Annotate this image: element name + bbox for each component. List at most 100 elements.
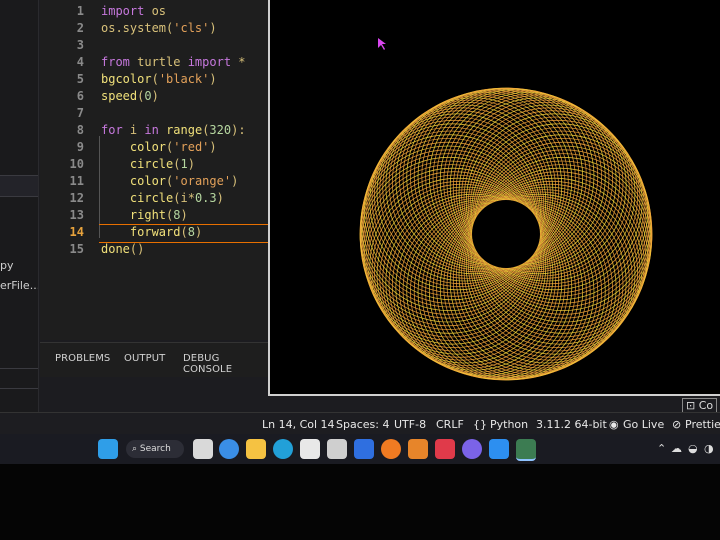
code-line[interactable]: 10 circle(1) [40,156,270,173]
vscode-icon[interactable] [489,439,509,459]
code-line[interactable]: 6 speed(0) [40,88,270,105]
code-token: bgcolor [101,72,152,86]
code-token: speed [101,89,138,103]
tab-output[interactable]: OUTPUT [124,353,165,364]
sidebar-divider [0,388,38,389]
code-token: ) [216,191,224,205]
code-token: ) [151,89,159,103]
code-line[interactable]: 4 from turtle import * [40,54,270,71]
code-text: circle(1) [101,156,195,173]
panel-tabs: PROBLEMS OUTPUT DEBUG CONSOLE [40,342,270,377]
code-line[interactable]: 3 [40,37,270,54]
code-text: done() [101,241,144,258]
tray-chevron-icon[interactable]: ⌃ [657,442,666,455]
store-icon[interactable] [300,439,320,459]
line-endings[interactable]: CRLF [436,418,464,431]
dropbox-icon[interactable] [354,439,374,459]
code-token: 'red' [173,140,210,154]
tray-wifi-icon[interactable]: ◒ [688,442,698,455]
tab-debug-console[interactable]: DEBUG CONSOLE [183,353,270,375]
tray-cloud-icon[interactable]: ☁ [671,442,682,455]
code-token: color [129,174,167,188]
python-interpreter[interactable]: 3.11.2 64-bit [536,418,607,431]
code-token: ( [151,72,159,86]
line-number: 13 [69,208,84,222]
code-token: ( [173,157,181,171]
code-line[interactable]: 8 for i in range(320): [40,122,270,139]
firefox-icon[interactable] [381,439,401,459]
windows-start-icon[interactable] [98,439,118,459]
code-token: () [129,242,145,256]
sidebar-item-file[interactable]: erFile.... [0,279,38,292]
code-line[interactable]: 12 circle(i*0.3) [40,190,270,207]
code-line[interactable]: 11 color('orange') [40,173,270,190]
app-icon[interactable] [327,439,347,459]
code-line[interactable]: 5 bgcolor('black') [40,71,270,88]
windows-taskbar: ⌕ Search ⌃ ☁ ◒ ◑ [0,434,720,464]
check-icon: ⊘ [672,418,682,431]
line-number: 8 [76,123,84,137]
camera-icon[interactable] [435,439,455,459]
file-explorer-icon[interactable] [246,439,266,459]
code-line[interactable]: 13 right(8) [40,207,270,224]
code-token: import [101,4,145,18]
app-icon-2[interactable] [462,439,482,459]
code-line[interactable]: 2 os.system('cls') [40,20,270,37]
tray-volume-icon[interactable]: ◑ [704,442,714,455]
go-live-button[interactable]: Go Live [623,418,664,431]
code-line[interactable]: 1 import os [40,3,270,20]
code-token: circle [129,191,174,205]
code-text: import os [101,3,166,20]
sidebar-selected-row[interactable] [0,176,38,196]
sidebar-item-py[interactable]: py [0,259,14,272]
code-token: ) [209,140,217,154]
code-line[interactable]: 7 [40,105,270,122]
status-bar: Ln 14, Col 14 Spaces: 4 UTF-8 CRLF {} Py… [0,412,720,435]
mouse-cursor-icon [378,38,386,50]
chat-icon[interactable] [219,439,239,459]
cursor-position[interactable]: Ln 14, Col 14 [262,418,335,431]
code-line[interactable]: 15 done() [40,241,270,258]
code-editor[interactable]: 1 import os 2 os.system('cls') 3 4 from turtle… [40,0,309,340]
code-token: range [166,123,203,137]
edge-icon[interactable] [273,439,293,459]
broadcast-icon: ◉ [609,418,619,431]
code-token: i [122,123,145,137]
prettier-button[interactable]: Prettier [685,418,720,431]
task-view-icon[interactable] [193,439,213,459]
code-text: bgcolor('black') [101,71,217,88]
code-token: ) [209,72,217,86]
search-icon: ⌕ [132,444,140,454]
line-number: 12 [69,191,84,205]
code-token: ): [231,123,246,137]
code-token: 0 [144,89,152,103]
code-token: done [101,242,130,256]
line-number: 2 [76,21,84,35]
code-text: for i in range(320): [101,122,246,139]
python-turtle-icon[interactable] [516,439,536,461]
file-encoding[interactable]: UTF-8 [394,418,426,431]
language-mode[interactable]: Python [490,418,528,431]
taskbar-search[interactable]: ⌕ Search [126,440,184,458]
code-token: color [129,140,167,154]
code-token: in [144,123,159,137]
code-token: from [101,55,130,69]
code-token: 320 [209,123,232,137]
blender-icon[interactable] [408,439,428,459]
line-number: 11 [69,174,84,188]
code-text: from turtle import * [101,54,246,71]
code-token: ) [180,208,188,222]
tab-problems[interactable]: PROBLEMS [55,353,110,364]
turtle-graphics-window[interactable] [268,0,720,396]
indent-spaces[interactable]: Spaces: 4 [336,418,389,431]
vscode-window: py erFile.... 1 import os 2 os.system('cls'… [0,0,720,414]
line-number: 14 [69,225,84,239]
code-token: ) [187,157,195,171]
code-text: color('red') [101,139,217,156]
code-line[interactable]: 9 color('red') [40,139,270,156]
code-text: right(8) [101,207,188,224]
